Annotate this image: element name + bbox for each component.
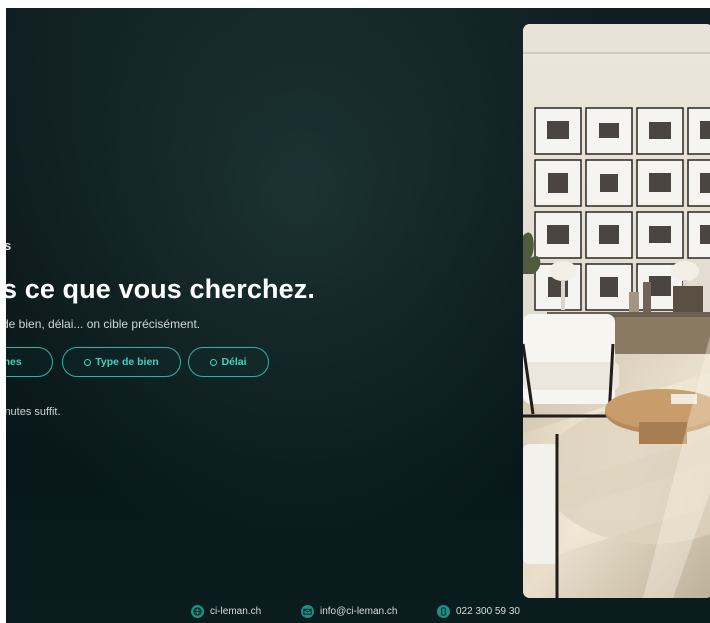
circle-dot-icon [84,358,92,366]
footer-contacts: ci-leman.ch info@ci-leman.ch 022 300 59 … [6,605,710,623]
mail-icon [301,605,314,618]
globe-icon [191,605,204,618]
chip-delai[interactable]: Délai [188,347,269,377]
chip-label: Délai [221,356,247,368]
living-room-illustration [523,24,710,598]
hero-headline: s ce que vous cherchez. [6,274,315,304]
hero-subhead: de bien, délai... on cible précisément. [6,317,201,331]
chip-label: Type de bien [95,356,159,368]
circle-dot-icon [210,358,218,366]
footer-phone-label: 022 300 59 30 [456,606,520,617]
hero-footnote: inutes suffit. [6,406,61,418]
hero-eyebrow: s [6,238,12,253]
living-room-photo [523,24,710,598]
chip-zones[interactable]: ones [6,347,53,377]
footer-email-label: info@ci-leman.ch [320,606,398,617]
footer-website-label: ci-leman.ch [210,606,262,617]
footer-email[interactable]: info@ci-leman.ch [301,605,397,618]
footer-website[interactable]: ci-leman.ch [191,605,261,618]
chip-type-de-bien[interactable]: Type de bien [62,347,181,377]
footer-phone[interactable]: 022 300 59 30 [437,605,520,618]
hero-section: s s ce que vous cherchez. de bien, délai… [6,8,710,623]
phone-icon [437,605,450,618]
chip-label: ones [6,356,22,368]
